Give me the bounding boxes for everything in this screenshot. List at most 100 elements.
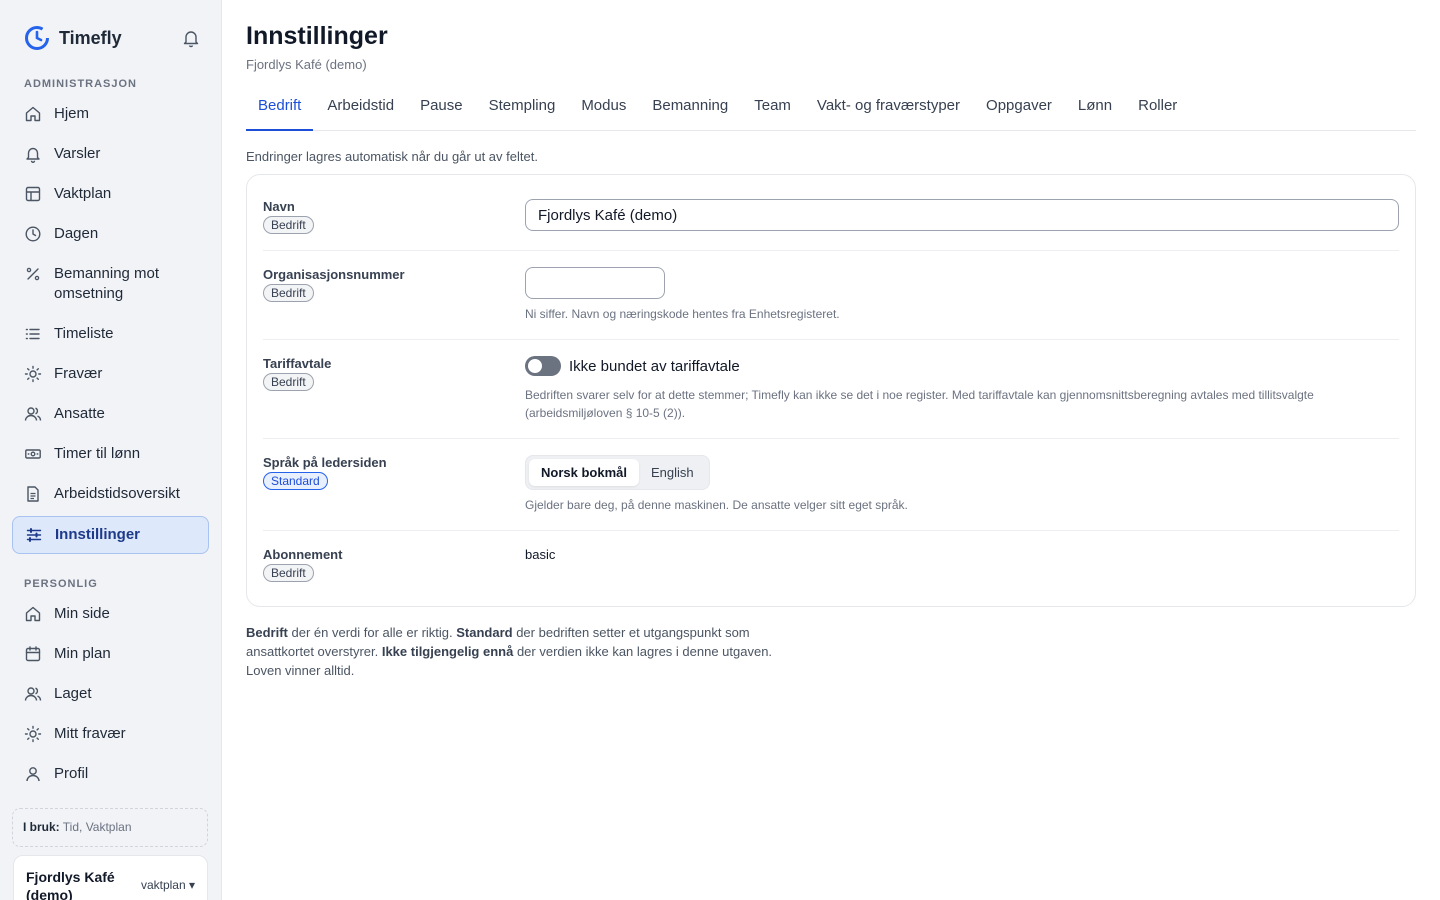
sidebar-item-label: Ansatte xyxy=(54,405,105,422)
in-use-box: I bruk: Tid, Vaktplan xyxy=(12,808,208,847)
sidebar-item-bemanning-mot-omsetning[interactable]: Bemanning mot omsetning xyxy=(12,256,209,312)
in-use-value: Tid, Vaktplan xyxy=(62,820,132,834)
personal-nav: Min side Min plan Laget Mitt fravær Prof… xyxy=(0,596,221,792)
bell-icon xyxy=(26,147,40,163)
tab-oppgaver[interactable]: Oppgaver xyxy=(974,92,1064,131)
sidebar: Timefly ADMINISTRASJON Hjem Varsler Vakt… xyxy=(0,0,222,900)
users-icon xyxy=(24,687,42,701)
tab-roller[interactable]: Roller xyxy=(1126,92,1189,131)
sidebar-item-timer-til-lonn[interactable]: Timer til lønn xyxy=(12,436,209,472)
sidebar-item-vaktplan[interactable]: Vaktplan xyxy=(12,176,209,212)
company-name-input[interactable] xyxy=(525,199,1399,231)
org-name: Fjordlys Kafé (demo) xyxy=(26,869,115,900)
sidebar-item-label: Min plan xyxy=(54,645,111,662)
sidebar-item-fravaer[interactable]: Fravær xyxy=(12,356,209,392)
sidebar-item-timeliste[interactable]: Timeliste xyxy=(12,316,209,352)
sidebar-item-min-side[interactable]: Min side xyxy=(12,596,209,632)
list-icon xyxy=(25,328,40,340)
sidebar-item-label: Min side xyxy=(54,605,110,622)
scope-badge: Bedrift xyxy=(263,373,314,391)
money-icon xyxy=(25,449,41,459)
sidebar-item-label: Dagen xyxy=(54,225,99,242)
sidebar-item-label: Arbeidstidsoversikt xyxy=(54,485,180,502)
sidebar-item-laget[interactable]: Laget xyxy=(12,676,209,712)
sidebar-item-hjem[interactable]: Hjem xyxy=(12,96,209,132)
tab-modus[interactable]: Modus xyxy=(569,92,638,131)
setting-label-group: Navn Bedrift xyxy=(263,199,525,234)
sidebar-item-min-plan[interactable]: Min plan xyxy=(12,636,209,672)
notifications-bell-icon[interactable] xyxy=(181,28,201,48)
legend-text: der én verdi for alle er riktig. xyxy=(287,625,457,640)
setting-label: Tariffavtale xyxy=(263,356,332,371)
home-icon xyxy=(25,106,41,122)
sun-icon xyxy=(24,725,42,743)
sidebar-item-innstillinger[interactable]: Innstillinger xyxy=(12,516,209,554)
tab-stempling[interactable]: Stempling xyxy=(477,92,568,131)
language-option-english[interactable]: English xyxy=(639,459,706,486)
sidebar-item-ansatte[interactable]: Ansatte xyxy=(12,396,209,432)
tab-bedrift[interactable]: Bedrift xyxy=(246,92,314,131)
scope-legend-note: Bedrift der én verdi for alle er riktig.… xyxy=(246,623,786,680)
sidebar-item-label: Timer til lønn xyxy=(54,445,141,462)
timefly-logo-icon xyxy=(25,26,49,50)
setting-control: basic xyxy=(525,547,1399,582)
tab-vakt-og-fravaerstyper[interactable]: Vakt- og fraværstyper xyxy=(805,92,972,131)
legend-term: Ikke tilgjengelig ennå xyxy=(381,644,514,659)
personal-section-label: PERSONLIG xyxy=(24,578,98,590)
sidebar-item-profil[interactable]: Profil xyxy=(12,756,209,792)
setting-row-navn: Navn Bedrift xyxy=(263,183,1399,251)
brand-name: Timefly xyxy=(59,27,122,48)
setting-control: Norsk bokmål English Gjelder bare deg, p… xyxy=(525,455,1399,514)
org-number-input[interactable] xyxy=(525,267,665,299)
admin-section-label: ADMINISTRASJON xyxy=(24,78,138,90)
legend-term: Bedrift xyxy=(246,625,288,640)
sidebar-item-label: Fravær xyxy=(54,365,103,382)
tariff-help: Bedriften svarer selv for at dette stemm… xyxy=(525,388,1314,420)
admin-nav: Hjem Varsler Vaktplan Dagen Bemanning mo… xyxy=(0,96,221,554)
setting-row-organisasjonsnummer: Organisasjonsnummer Bedrift Ni siffer. N… xyxy=(263,251,1399,340)
scope-badge: Standard xyxy=(263,472,328,490)
sidebar-item-mitt-fravaer[interactable]: Mitt fravær xyxy=(12,716,209,752)
settings-card: Navn Bedrift Organisasjonsnummer Bedrift… xyxy=(246,174,1416,607)
setting-label: Navn xyxy=(263,199,295,214)
language-help: Gjelder bare deg, på denne maskinen. De … xyxy=(525,498,908,512)
setting-label: Abonnement xyxy=(263,547,343,562)
setting-label: Organisasjonsnummer xyxy=(263,267,405,282)
tab-bemanning[interactable]: Bemanning xyxy=(640,92,740,131)
language-segmented-control: Norsk bokmål English xyxy=(525,455,710,490)
setting-control xyxy=(525,199,1399,234)
setting-label-group: Abonnement Bedrift xyxy=(263,547,525,582)
autosave-note: Endringer lagres automatisk når du går u… xyxy=(246,149,538,164)
tariff-toggle-group: Ikke bundet av tariffavtale xyxy=(525,356,1399,376)
tab-pause[interactable]: Pause xyxy=(408,92,475,131)
tab-lonn[interactable]: Lønn xyxy=(1066,92,1124,131)
tariff-toggle-label: Ikke bundet av tariffavtale xyxy=(569,357,740,375)
sidebar-item-arbeidstidsoversikt[interactable]: Arbeidstidsoversikt xyxy=(12,476,209,512)
sidebar-item-varsler[interactable]: Varsler xyxy=(12,136,209,172)
sidebar-item-label: Bemanning mot omsetning xyxy=(54,265,160,302)
setting-row-abonnement: Abonnement Bedrift basic xyxy=(263,531,1399,598)
plan-dropdown[interactable]: vaktplan ▾ xyxy=(141,878,195,892)
tab-arbeidstid[interactable]: Arbeidstid xyxy=(315,92,406,131)
home-icon xyxy=(25,606,41,622)
clock-icon xyxy=(25,226,41,242)
tariff-toggle[interactable] xyxy=(525,356,561,376)
main-content: Innstillinger Fjordlys Kafé (demo) Bedri… xyxy=(222,0,1440,900)
scope-badge: Bedrift xyxy=(263,284,314,302)
setting-label-group: Organisasjonsnummer Bedrift xyxy=(263,267,525,323)
org-number-help: Ni siffer. Navn og næringskode hentes fr… xyxy=(525,307,840,321)
users-icon xyxy=(24,407,42,421)
setting-label-group: Språk på ledersiden Standard xyxy=(263,455,525,514)
sidebar-item-dagen[interactable]: Dagen xyxy=(12,216,209,252)
document-icon xyxy=(27,486,39,502)
language-option-norsk[interactable]: Norsk bokmål xyxy=(529,459,639,486)
brand: Timefly xyxy=(0,0,221,52)
org-switcher[interactable]: Fjordlys Kafé (demo) vaktplan ▾ xyxy=(13,855,208,900)
tab-team[interactable]: Team xyxy=(742,92,803,131)
sidebar-item-label: Vaktplan xyxy=(54,185,112,202)
setting-control: Ikke bundet av tariffavtale Bedriften sv… xyxy=(525,356,1399,422)
user-icon xyxy=(26,767,40,782)
page-title: Innstillinger xyxy=(246,22,388,50)
sidebar-item-label: Laget xyxy=(54,685,92,702)
sidebar-item-label: Varsler xyxy=(54,145,101,162)
